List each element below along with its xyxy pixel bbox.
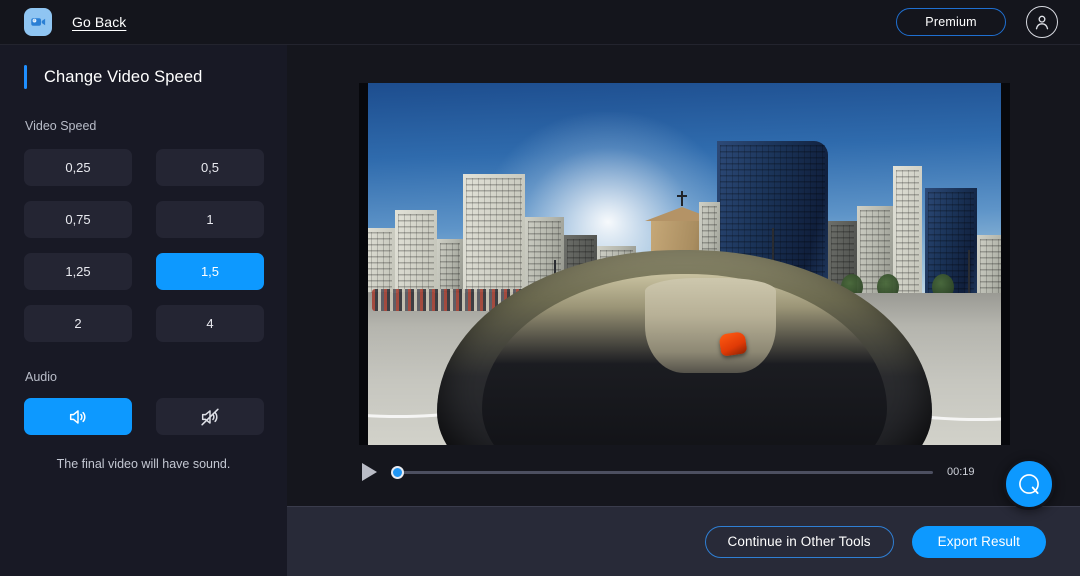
action-footer: Continue in Other Tools Export Result	[287, 506, 1080, 576]
speed-option-1-25[interactable]: 1,25	[24, 253, 132, 290]
chat-bubble-icon	[1019, 474, 1039, 495]
scene-tunnel-road	[645, 278, 776, 373]
video-camera-logo-icon[interactable]: F	[24, 8, 52, 36]
export-result-button[interactable]: Export Result	[911, 525, 1046, 558]
seek-thumb[interactable]	[391, 465, 404, 479]
premium-button[interactable]: Premium	[896, 8, 1006, 36]
go-back-link[interactable]: Go Back	[72, 14, 126, 30]
scene-right-edge	[1001, 83, 1010, 445]
audio-mute-button[interactable]	[156, 398, 264, 435]
speed-option-0-75[interactable]: 0,75	[24, 201, 132, 238]
audio-options	[24, 398, 264, 435]
speed-option-0-5[interactable]: 0,5	[156, 149, 264, 186]
scene-left-edge	[359, 83, 368, 445]
title-accent-bar	[24, 65, 27, 89]
speed-option-1[interactable]: 1	[156, 201, 264, 238]
scene-orange-car	[718, 331, 748, 357]
help-chat-button[interactable]	[1003, 458, 1055, 510]
header-actions: Premium	[896, 6, 1058, 38]
preview-area: 00:19	[287, 45, 1080, 506]
user-avatar-icon[interactable]	[1026, 6, 1058, 38]
speed-option-1-5[interactable]: 1,5	[156, 253, 264, 290]
video-speed-label: Video Speed	[25, 119, 97, 133]
speed-option-4[interactable]: 4	[156, 305, 264, 342]
audio-label: Audio	[25, 370, 57, 384]
video-speed-options: 0,25 0,5 0,75 1 1,25 1,5 2 4	[24, 149, 264, 342]
player-controls: 00:19	[359, 457, 1010, 487]
video-preview[interactable]	[359, 83, 1010, 445]
app-root: F Go Back Premium Change Video Speed Vid…	[0, 0, 1080, 576]
scene-church-cross	[676, 191, 687, 207]
avatar-glyph	[1035, 15, 1049, 30]
scene-building	[463, 173, 525, 308]
audio-sound-on-button[interactable]	[24, 398, 132, 435]
continue-in-other-tools-button[interactable]: Continue in Other Tools	[704, 525, 894, 558]
panel-title-row: Change Video Speed	[0, 63, 287, 91]
speed-option-2[interactable]: 2	[24, 305, 132, 342]
play-icon[interactable]	[362, 463, 377, 481]
video-frame-image	[359, 83, 1010, 445]
speaker-muted-icon	[201, 408, 219, 425]
current-time-label: 00:19	[947, 466, 975, 478]
logo-glyph: F	[31, 18, 46, 26]
page-title: Change Video Speed	[44, 67, 203, 86]
audio-helper-text: The final video will have sound.	[56, 457, 231, 471]
settings-sidebar: Change Video Speed Video Speed 0,25 0,5 …	[0, 45, 287, 576]
seek-bar[interactable]	[391, 465, 933, 479]
speaker-on-icon	[69, 409, 86, 424]
app-header: F Go Back Premium	[0, 0, 1080, 45]
speed-option-0-25[interactable]: 0,25	[24, 149, 132, 186]
